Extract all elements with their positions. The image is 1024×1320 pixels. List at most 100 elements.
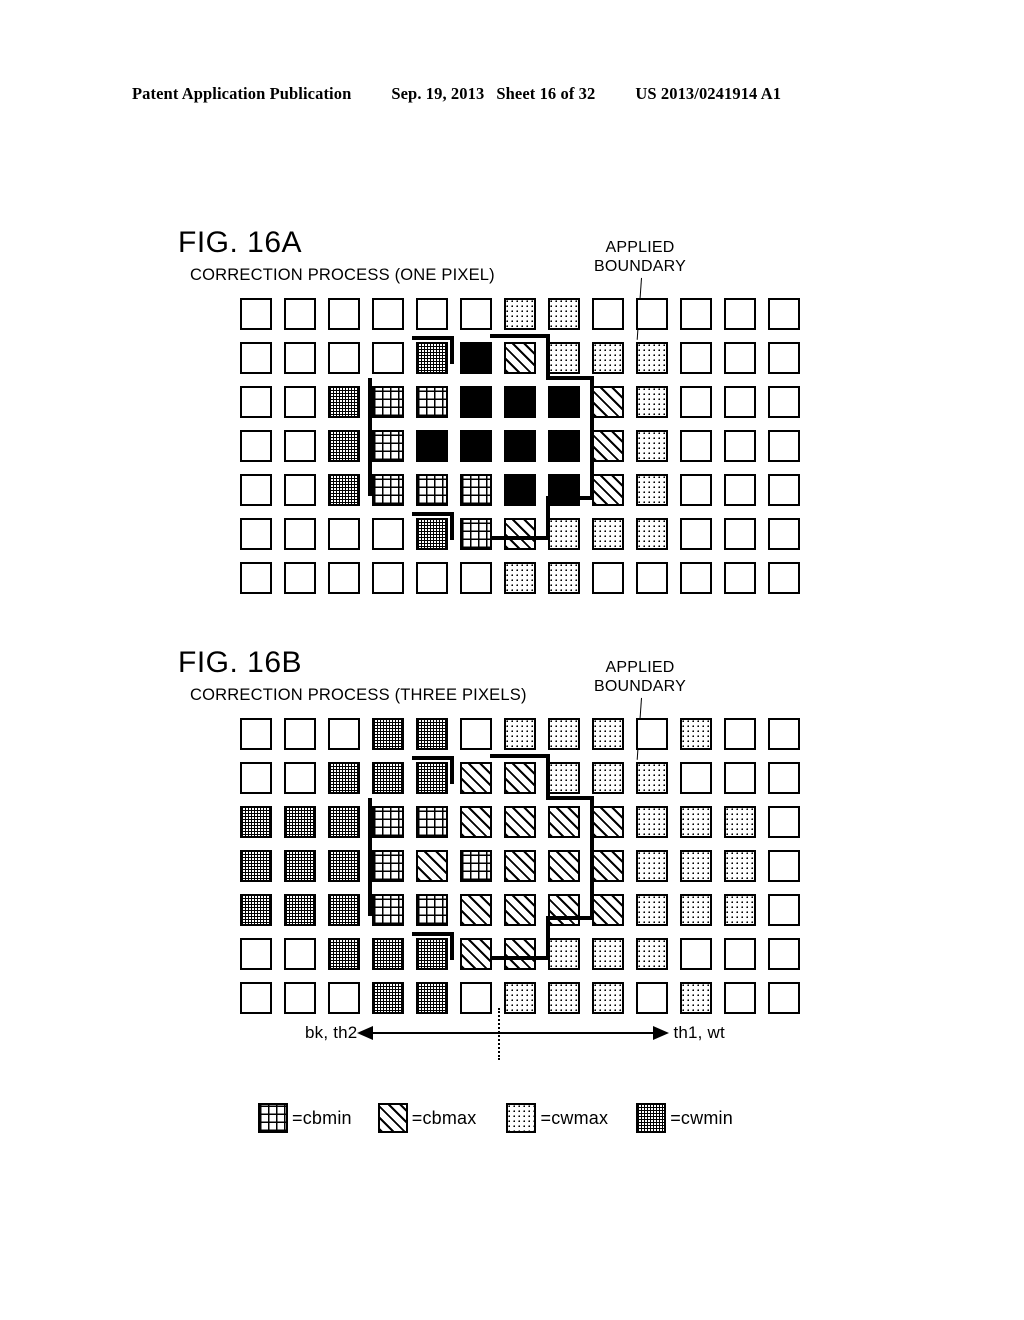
pixel-cbmin bbox=[416, 806, 448, 838]
pixel-cell bbox=[498, 712, 542, 756]
pixel-cell bbox=[410, 424, 454, 468]
pixel-cbmin bbox=[416, 894, 448, 926]
pixel-cwmax bbox=[680, 718, 712, 750]
pixel-white bbox=[724, 562, 756, 594]
legend-label-cbmin: cbmin bbox=[302, 1107, 352, 1128]
pixel-cbmin bbox=[372, 430, 404, 462]
figure-16a-grid bbox=[234, 292, 806, 600]
pixel-white bbox=[680, 562, 712, 594]
legend-item-cwmin: = cwmin bbox=[636, 1103, 733, 1133]
pixel-white bbox=[636, 718, 668, 750]
figure-16b-boundary-top-v1 bbox=[546, 754, 550, 800]
pixel-white bbox=[284, 938, 316, 970]
pixel-black bbox=[548, 386, 580, 418]
pixel-cwmax bbox=[592, 718, 624, 750]
pixel-cell bbox=[586, 976, 630, 1020]
pixel-cell bbox=[234, 380, 278, 424]
pixel-cell bbox=[718, 336, 762, 380]
pixel-cell bbox=[278, 756, 322, 800]
pixel-cell bbox=[718, 380, 762, 424]
pixel-cwmin bbox=[416, 518, 448, 550]
pixel-white bbox=[372, 518, 404, 550]
pixel-white bbox=[680, 342, 712, 374]
pixel-cwmax bbox=[680, 982, 712, 1014]
pixel-cell bbox=[278, 712, 322, 756]
pixel-cell bbox=[234, 844, 278, 888]
pixel-white bbox=[724, 430, 756, 462]
pixel-cell bbox=[278, 976, 322, 1020]
pixel-cell bbox=[454, 468, 498, 512]
pixel-black bbox=[416, 430, 448, 462]
pixel-cell bbox=[718, 468, 762, 512]
pixel-cell bbox=[234, 512, 278, 556]
pixel-cell bbox=[674, 756, 718, 800]
applied-boundary-line2: BOUNDARY bbox=[594, 258, 686, 275]
pixel-cwmin bbox=[284, 806, 316, 838]
pixel-white bbox=[240, 938, 272, 970]
pixel-white bbox=[284, 430, 316, 462]
pixel-white bbox=[240, 518, 272, 550]
pixel-cell bbox=[498, 932, 542, 976]
pixel-cell bbox=[718, 712, 762, 756]
pixel-cell bbox=[234, 336, 278, 380]
pixel-cwmax bbox=[592, 342, 624, 374]
pixel-cell bbox=[454, 336, 498, 380]
pixel-white bbox=[768, 938, 800, 970]
pixel-cwmin bbox=[328, 762, 360, 794]
pixel-cell bbox=[410, 556, 454, 600]
pixel-cell bbox=[630, 976, 674, 1020]
pixel-white bbox=[284, 342, 316, 374]
pixel-cell bbox=[454, 976, 498, 1020]
pixel-cwmax bbox=[504, 298, 536, 330]
pixel-cell bbox=[718, 932, 762, 976]
axis-arrow bbox=[357, 1025, 670, 1041]
pixel-cell bbox=[586, 712, 630, 756]
figure-16b-boundary-bot-h2 bbox=[546, 916, 594, 920]
pixel-white bbox=[724, 718, 756, 750]
pixel-cwmax bbox=[548, 562, 580, 594]
pixel-cell bbox=[630, 756, 674, 800]
pixel-cwmin bbox=[328, 386, 360, 418]
pixel-cell bbox=[366, 800, 410, 844]
pixel-cbmin bbox=[372, 894, 404, 926]
pixel-cell bbox=[498, 844, 542, 888]
pixel-white bbox=[284, 474, 316, 506]
pixel-cwmin bbox=[240, 894, 272, 926]
pixel-cwmin bbox=[416, 718, 448, 750]
pixel-cell bbox=[410, 756, 454, 800]
applied-boundary-line1: APPLIED bbox=[605, 239, 675, 256]
pixel-cell bbox=[322, 336, 366, 380]
pixel-cell bbox=[322, 512, 366, 556]
pixel-white bbox=[724, 518, 756, 550]
pixel-white bbox=[240, 386, 272, 418]
pixel-white bbox=[240, 718, 272, 750]
pixel-cell bbox=[674, 712, 718, 756]
pixel-cell bbox=[278, 556, 322, 600]
pixel-cell bbox=[498, 468, 542, 512]
pixel-cbmax bbox=[592, 386, 624, 418]
figure-16a-boundary-top-h1 bbox=[490, 334, 550, 338]
pixel-white bbox=[284, 762, 316, 794]
pixel-cwmax bbox=[680, 850, 712, 882]
pixel-cell bbox=[674, 468, 718, 512]
pixel-cwmax bbox=[504, 562, 536, 594]
pixel-cbmax bbox=[548, 806, 580, 838]
pixel-cbmin bbox=[460, 518, 492, 550]
pixel-cell bbox=[630, 380, 674, 424]
pixel-cwmax bbox=[636, 894, 668, 926]
pixel-white bbox=[328, 518, 360, 550]
pixel-cbmax bbox=[460, 806, 492, 838]
pixel-cbmax bbox=[592, 474, 624, 506]
header-date: Sep. 19, 2013 bbox=[391, 84, 485, 103]
pixel-cell bbox=[498, 976, 542, 1020]
pixel-cell bbox=[586, 336, 630, 380]
pixel-cell bbox=[366, 380, 410, 424]
legend-swatch-cwmin bbox=[636, 1103, 667, 1133]
pixel-cbmax bbox=[548, 850, 580, 882]
pixel-cell bbox=[498, 512, 542, 556]
pixel-cell bbox=[278, 292, 322, 336]
figure-16b-applied-boundary-label: APPLIED BOUNDARY bbox=[580, 658, 700, 696]
pixel-cell bbox=[762, 336, 806, 380]
pixel-cbmax bbox=[548, 894, 580, 926]
pixel-cbmin bbox=[372, 474, 404, 506]
